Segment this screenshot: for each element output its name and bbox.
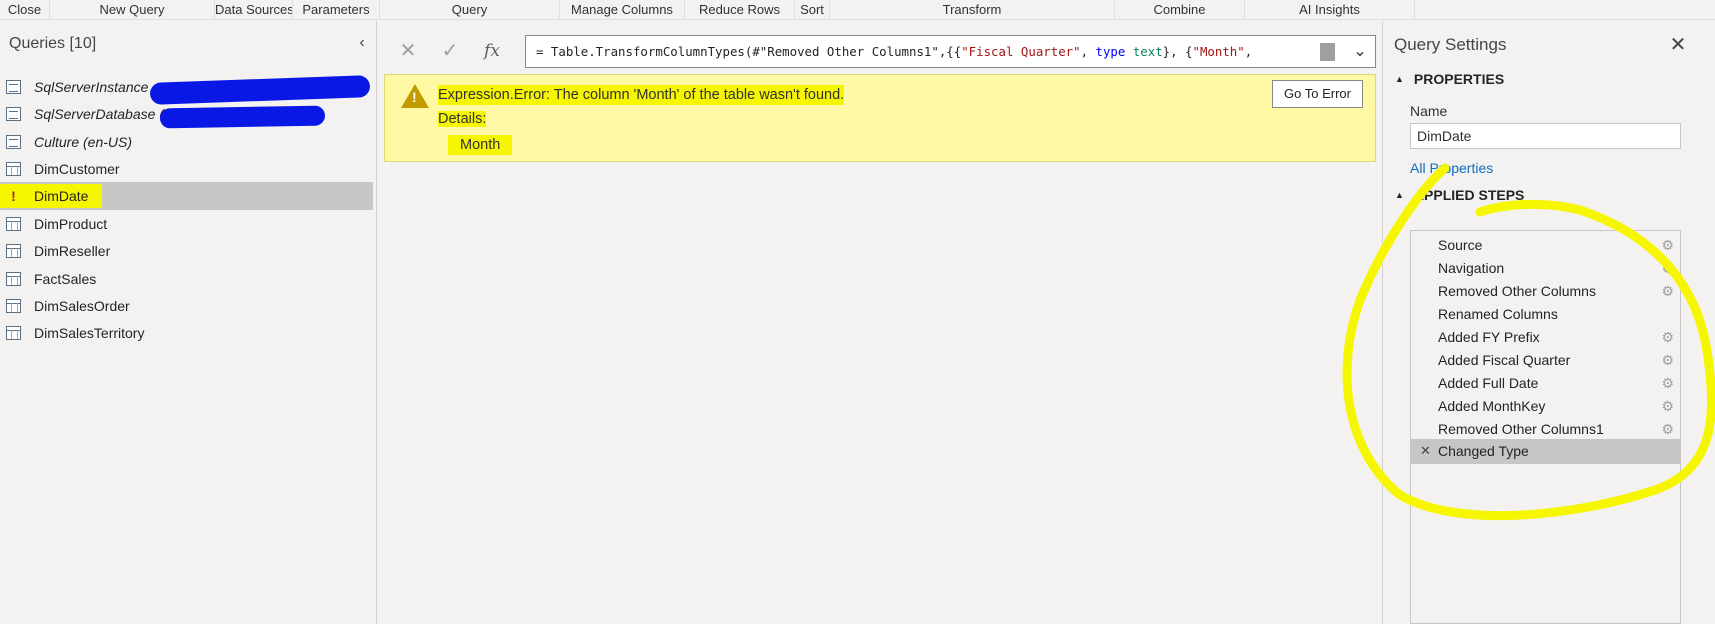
ribbon-group-query[interactable]: Query [380,0,560,20]
query-item-factsales[interactable]: FactSales [0,265,373,293]
ribbon-group-manage-columns[interactable]: Manage Columns [560,0,685,20]
table-icon [6,326,21,340]
applied-steps-heading[interactable]: ▲ APPLIED STEPS [1395,187,1524,203]
gear-icon[interactable]: ⚙ [1661,325,1674,349]
ribbon-group-reduce-rows[interactable]: Reduce Rows [685,0,795,20]
gear-icon[interactable]: ⚙ [1661,348,1674,372]
formula-bar: ✕ ✓ fx = Table.TransformColumnTypes(#"Re… [384,35,1376,68]
go-to-error-button[interactable]: Go To Error [1272,80,1363,108]
redaction-scribble [159,105,326,129]
query-item-dimcustomer[interactable]: DimCustomer [0,155,373,183]
gear-icon[interactable]: ⚙ [1661,233,1674,257]
step-added-fiscal-quarter[interactable]: Added Fiscal Quarter ⚙ [1411,348,1680,373]
name-label: Name [1410,103,1448,119]
parameter-icon [6,80,21,94]
table-icon [6,272,21,286]
query-item-dimproduct[interactable]: DimProduct [0,210,373,238]
gear-icon[interactable]: ⚙ [1661,394,1674,418]
query-item-dimsalesorder[interactable]: DimSalesOrder [0,292,373,320]
ribbon-group-new-query[interactable]: New Query [50,0,215,20]
step-added-full-date[interactable]: Added Full Date ⚙ [1411,371,1680,396]
collapse-pane-icon[interactable]: ‹ [352,33,372,53]
query-item-label: DimCustomer [34,161,120,177]
table-icon [6,244,21,258]
query-item-dimreseller[interactable]: DimReseller [0,237,373,265]
expand-formula-chevron-down-icon[interactable]: ⌄ [1347,39,1373,65]
ribbon-group-ai-insights[interactable]: AI Insights [1245,0,1415,20]
query-item-dimdate[interactable]: ! DimDate [0,182,373,210]
query-item-label: DimSalesOrder [34,298,130,314]
query-item-label: FactSales [34,271,97,287]
ribbon-group-combine[interactable]: Combine [1115,0,1245,20]
formula-input[interactable]: = Table.TransformColumnTypes(#"Removed O… [525,35,1376,68]
gear-icon[interactable]: ⚙ [1661,417,1674,441]
properties-heading[interactable]: ▲ PROPERTIES [1395,71,1504,87]
parameter-icon [6,107,21,121]
query-name-input[interactable] [1410,123,1681,149]
error-details-value: Month [448,135,513,155]
cancel-formula-icon[interactable]: ✕ [390,35,426,68]
table-icon [6,217,21,231]
query-item-label: DimSalesTerritory [34,325,145,341]
query-settings-title: Query Settings [1394,35,1507,54]
step-renamed-columns[interactable]: Renamed Columns [1411,302,1680,327]
table-icon [6,299,21,313]
queries-pane: Queries [10] ‹ SqlServerInstance SqlServ… [0,21,377,624]
applied-steps-list: Source ⚙ Navigation ⚙ Removed Other Column… [1410,230,1681,624]
close-icon[interactable]: ✕ [1666,33,1690,57]
ribbon-group-close[interactable]: Close [0,0,50,20]
step-source[interactable]: Source ⚙ [1411,233,1680,258]
ribbon-group-parameters[interactable]: Parameters [293,0,380,20]
query-item-culture[interactable]: Culture (en-US) [0,128,373,156]
error-details-label: Details: [438,111,487,127]
step-navigation[interactable]: Navigation ⚙ [1411,256,1680,281]
ribbon-group-sort[interactable]: Sort [795,0,830,20]
table-icon [6,162,21,176]
query-item-label: DimReseller [34,243,111,259]
formula-text[interactable]: = Table.TransformColumnTypes(#"Removed O… [536,36,1336,67]
all-properties-link[interactable]: All Properties [1410,160,1493,176]
fx-icon[interactable]: fx [474,35,510,68]
error-message: Expression.Error: The column 'Month' of … [438,85,845,105]
delete-step-icon[interactable]: ✕ [1420,439,1431,463]
step-changed-type[interactable]: ✕ Changed Type [1411,439,1680,464]
query-item-label: DimDate [34,188,89,204]
query-item-label: DimProduct [34,216,108,232]
step-added-monthkey[interactable]: Added MonthKey ⚙ [1411,394,1680,419]
ribbon-group-transform[interactable]: Transform [830,0,1115,20]
error-banner: ! Expression.Error: The column 'Month' o… [384,74,1376,162]
query-item-label: Culture (en-US) [34,134,133,150]
commit-formula-icon[interactable]: ✓ [432,35,468,68]
ribbon-group-data-sources[interactable]: Data Sources [215,0,293,20]
gear-icon[interactable]: ⚙ [1661,279,1674,303]
gear-icon[interactable]: ⚙ [1661,371,1674,395]
parameter-icon [6,135,21,149]
step-removed-other-columns[interactable]: Removed Other Columns ⚙ [1411,279,1680,304]
query-settings-pane: Query Settings ✕ ▲PROPERTIES Name All Pr… [1382,21,1715,624]
queries-pane-title: Queries [10] [9,35,97,52]
query-item-dimsalesterritory[interactable]: DimSalesTerritory [0,319,373,347]
query-item-label: SqlServerDatabase ( [34,106,164,122]
query-item-label: SqlServerInstance [34,79,149,95]
warning-icon: ! [401,84,429,108]
error-icon: ! [11,188,16,204]
gear-icon[interactable]: ⚙ [1661,256,1674,280]
step-added-fy-prefix[interactable]: Added FY Prefix ⚙ [1411,325,1680,350]
formula-scroll-thumb[interactable] [1320,43,1335,61]
ribbon-group-labels: Close New Query Data Sources Parameters … [0,0,1715,20]
